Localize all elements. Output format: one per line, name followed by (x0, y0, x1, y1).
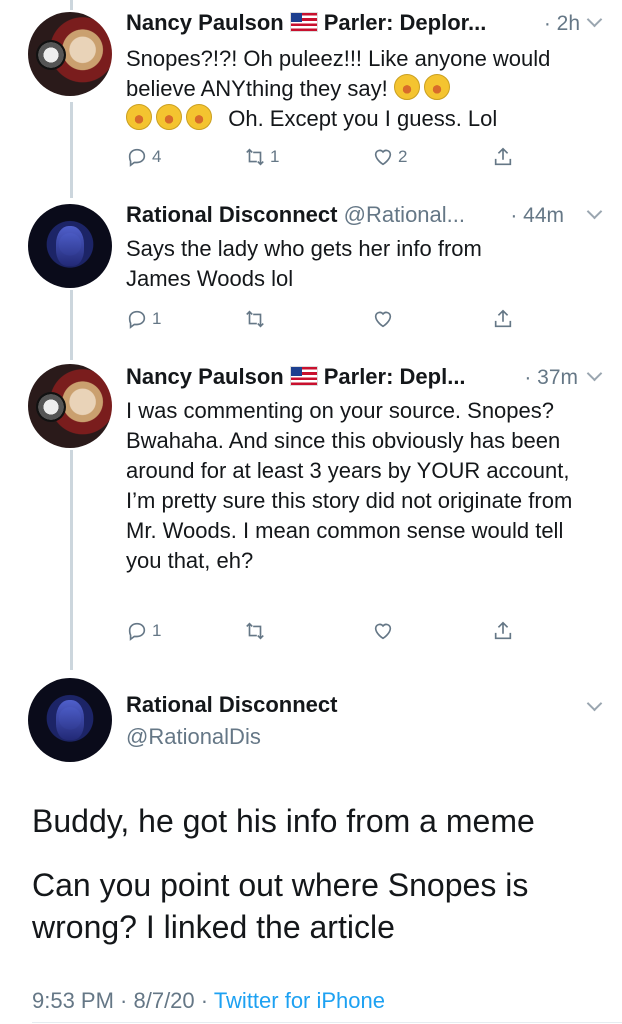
tweet-time: · 37m (524, 366, 578, 389)
thread-line (70, 290, 73, 360)
share-button[interactable] (492, 308, 514, 330)
like-count: 2 (398, 147, 408, 166)
share-icon (494, 147, 512, 166)
chevron-down-icon[interactable] (586, 695, 603, 712)
author-name[interactable]: Nancy Paulson (126, 10, 284, 35)
thread-line (70, 0, 73, 10)
reply-button[interactable]: 1 (126, 620, 161, 642)
main-tweet-paragraph: Buddy, he got his info from a meme (32, 803, 535, 839)
like-button[interactable]: 2 (372, 146, 407, 168)
author-handle[interactable]: @RationalDis (126, 724, 261, 750)
heart-icon (374, 623, 392, 640)
like-button[interactable] (372, 620, 398, 642)
author-handle[interactable]: @Rational... (344, 202, 465, 227)
author-name[interactable]: Rational Disconnect (126, 202, 337, 227)
reply-button[interactable]: 1 (126, 308, 161, 330)
chevron-down-icon[interactable] (586, 365, 603, 382)
heart-icon (374, 149, 392, 166)
tweet-text: Says the lady who gets her info from Jam… (126, 236, 482, 291)
avatar[interactable] (28, 678, 112, 762)
share-icon (494, 309, 512, 328)
thread-line (70, 102, 73, 198)
laughing-emoji-icon (156, 104, 182, 130)
retweet-button[interactable] (244, 308, 270, 330)
laughing-emoji-icon (186, 104, 212, 130)
retweet-button[interactable] (244, 620, 270, 642)
reply-icon (128, 310, 146, 329)
tweet-actions: 1 (126, 620, 526, 646)
tweet-actions: 4 1 2 (126, 146, 526, 172)
source-link[interactable]: Twitter for iPhone (214, 988, 385, 1013)
avatar[interactable] (28, 12, 112, 96)
main-tweet-paragraph: Can you point out where Snopes is wrong?… (32, 867, 529, 945)
author-handle[interactable]: Parler: Depl... (324, 364, 466, 389)
tweet-time: · 2h (543, 12, 580, 35)
author-name[interactable]: Nancy Paulson (126, 364, 284, 389)
retweet-count: 1 (270, 147, 280, 166)
retweet-icon (246, 622, 264, 640)
thread-line (70, 450, 73, 670)
share-button[interactable] (492, 620, 514, 642)
retweet-icon (246, 148, 264, 166)
tweet-actions: 1 (126, 308, 526, 334)
reply-button[interactable]: 4 (126, 146, 161, 168)
avatar[interactable] (28, 364, 112, 448)
tweet-header: Nancy Paulson Parler: Depl... (126, 364, 466, 390)
like-button[interactable] (372, 308, 398, 330)
tweet-body-tail: Oh. Except you I guess. Lol (228, 106, 498, 131)
reply-count: 4 (152, 147, 162, 166)
retweet-button[interactable]: 1 (244, 146, 279, 168)
author-handle[interactable]: Parler: Deplor... (324, 10, 487, 35)
laughing-emoji-icon (423, 74, 450, 100)
us-flag-icon (289, 12, 318, 32)
timestamp-text: 9:53 PM · 8/7/20 · (32, 988, 214, 1013)
reply-icon (128, 622, 146, 641)
laughing-emoji-icon (393, 74, 420, 100)
tweet-text: I was commenting on your source. Snopes?… (126, 398, 573, 573)
divider (32, 1022, 622, 1023)
heart-icon (374, 311, 392, 328)
retweet-icon (246, 310, 264, 328)
us-flag-icon (289, 366, 318, 386)
tweet-header: Rational Disconnect @Rational... (126, 202, 465, 228)
reply-count: 1 (152, 309, 162, 328)
tweet-time: · 44m (510, 204, 564, 227)
laughing-emoji-icon (126, 104, 152, 130)
avatar[interactable] (28, 204, 112, 288)
tweet-timestamp: 9:53 PM · 8/7/20 · Twitter for iPhone (32, 988, 385, 1014)
share-button[interactable] (492, 146, 514, 168)
share-icon (494, 621, 512, 640)
tweet-text: Snopes?!?! Oh puleez!!! Like anyone woul… (126, 44, 596, 134)
tweet-body: Snopes?!?! Oh puleez!!! Like anyone woul… (126, 46, 551, 101)
reply-icon (128, 148, 146, 167)
chevron-down-icon[interactable] (586, 203, 603, 220)
author-name[interactable]: Rational Disconnect (126, 692, 337, 718)
chevron-down-icon[interactable] (586, 11, 603, 28)
reply-count: 1 (152, 621, 162, 640)
tweet-header: Nancy Paulson Parler: Deplor... (126, 10, 486, 36)
